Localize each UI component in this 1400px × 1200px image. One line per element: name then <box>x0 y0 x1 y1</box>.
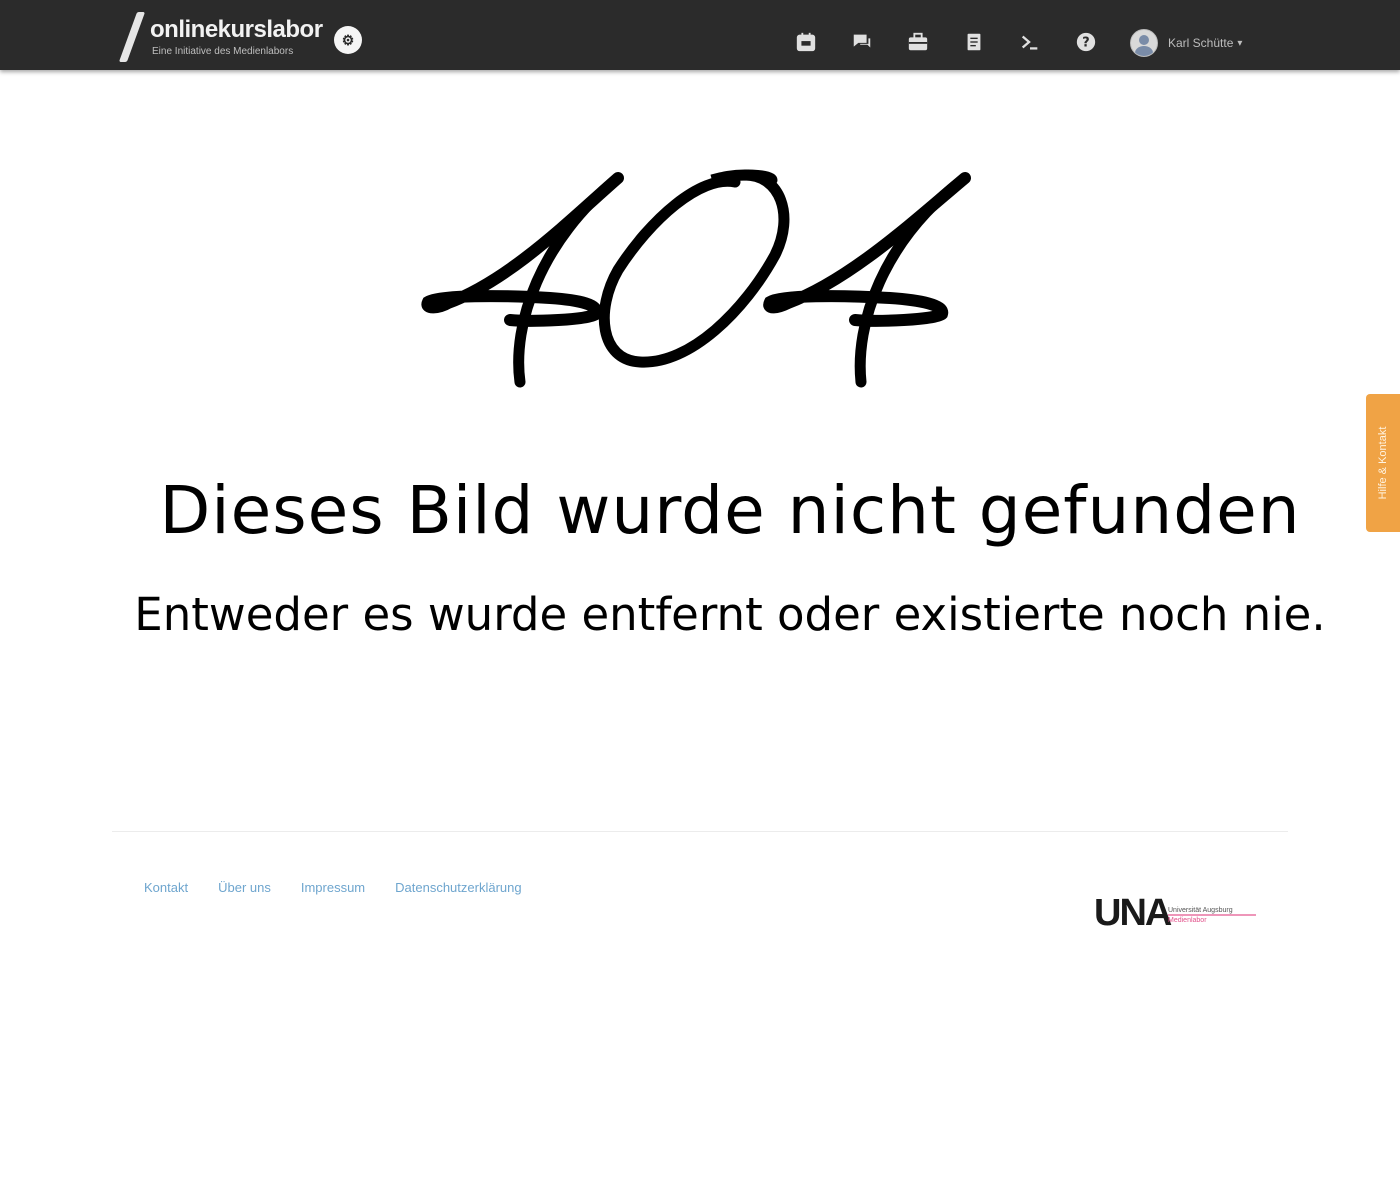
university-logo-bar <box>1168 914 1256 916</box>
brand-tagline: Eine Initiative des Medienlabors <box>152 46 294 57</box>
feedback-side-tab[interactable]: Hilfe & Kontakt <box>1366 394 1400 532</box>
briefcase-icon[interactable] <box>904 28 932 56</box>
brand-name: onlinekurslabor <box>150 16 323 43</box>
brand-logo-link[interactable]: onlinekurslabor Eine Initiative des Medi… <box>118 8 372 62</box>
nav-icon-group: ? <box>792 28 1128 56</box>
footer-divider <box>112 831 1288 832</box>
university-logo-unit: Medienlabor <box>1168 917 1207 924</box>
user-menu[interactable]: Karl Schütte ▾ <box>1130 28 1242 58</box>
help-icon[interactable]: ? <box>1072 28 1100 56</box>
page: onlinekurslabor Eine Initiative des Medi… <box>0 0 1400 1200</box>
university-logo-name: Universität Augsburg <box>1168 907 1233 914</box>
brand-badge-icon: ⚙ <box>334 26 362 54</box>
error-code-404-graphic: 404 <box>421 169 971 388</box>
digit-zero <box>598 169 790 368</box>
user-name: Karl Schütte <box>1168 36 1234 50</box>
university-logo-mark: UNA <box>1094 892 1172 934</box>
footer-link-privacy[interactable]: Datenschutzerklärung <box>395 880 521 895</box>
footer-link-imprint[interactable]: Impressum <box>301 880 365 895</box>
footer-link-about[interactable]: Über uns <box>218 880 271 895</box>
brand-slash-mark <box>118 12 146 62</box>
chat-icon[interactable] <box>848 28 876 56</box>
terminal-icon[interactable] <box>1016 28 1044 56</box>
error-subline: Entweder es wurde entfernt oder existier… <box>134 588 1326 641</box>
chevron-down-icon: ▾ <box>1237 37 1243 49</box>
footer-link-contact[interactable]: Kontakt <box>144 880 188 895</box>
university-logo[interactable]: UNA Universität Augsburg Medienlabor <box>1094 890 1264 940</box>
notebook-icon[interactable] <box>960 28 988 56</box>
digit-four-left-stem <box>513 172 624 388</box>
digit-four-right-stem <box>854 172 971 388</box>
top-navbar: onlinekurslabor Eine Initiative des Medi… <box>0 0 1400 70</box>
svg-text:?: ? <box>1082 36 1089 51</box>
footer-links: Kontakt Über uns Impressum Datenschutzer… <box>144 880 552 895</box>
error-headline: Dieses Bild wurde nicht gefunden <box>159 472 1301 549</box>
avatar <box>1130 29 1158 57</box>
side-tab-label: Hilfe & Kontakt <box>1377 426 1389 500</box>
calendar-icon[interactable] <box>792 28 820 56</box>
